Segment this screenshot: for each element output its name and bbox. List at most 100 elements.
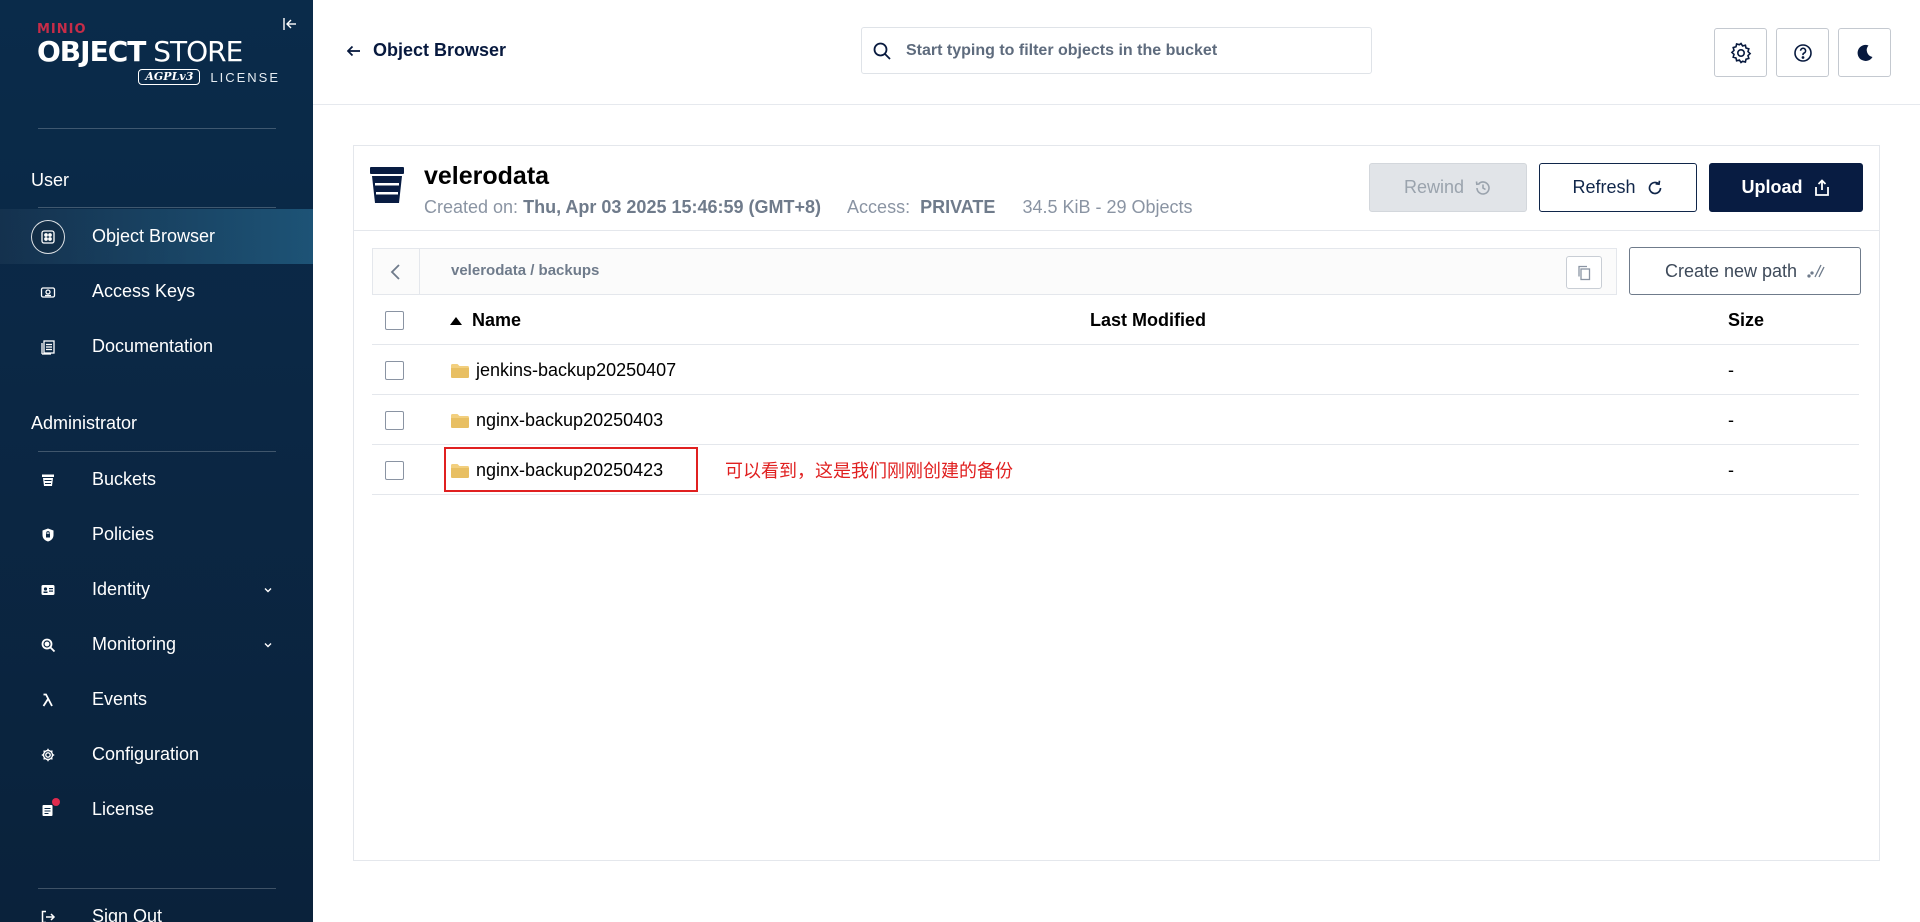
folder-icon <box>451 364 469 378</box>
object-name[interactable]: nginx-backup20250423 <box>450 460 663 481</box>
sidebar-item-configuration[interactable]: Configuration <box>0 727 313 782</box>
row-checkbox[interactable] <box>385 461 404 480</box>
annotation-text: 可以看到，这是我们刚刚创建的备份 <box>725 461 1013 481</box>
access-value: PRIVATE <box>920 197 996 217</box>
create-new-path-button[interactable]: Create new path <box>1629 247 1861 295</box>
sidebar-item-label: Events <box>92 689 148 709</box>
objects-table: Name Last Modified Size jenkins-backup20… <box>372 295 1859 495</box>
search-input[interactable] <box>906 41 1356 60</box>
bucket-icon <box>370 167 404 203</box>
object-browser-icon <box>31 219 65 254</box>
sidebar-item-access-keys[interactable]: Access Keys <box>0 264 313 319</box>
breadcrumb-back-button[interactable] <box>373 249 420 294</box>
rewind-label: Rewind <box>1403 177 1465 197</box>
sidebar-item-label: Documentation <box>92 336 214 356</box>
rewind-button[interactable]: Rewind <box>1369 163 1527 212</box>
table-row[interactable]: nginx-backup20250403 - <box>372 395 1859 445</box>
column-modified-header[interactable]: Last Modified <box>1090 310 1206 331</box>
chevron-down-icon[interactable] <box>262 584 274 596</box>
sidebar-item-label: Buckets <box>92 469 157 489</box>
back-to-object-browser-link[interactable]: Object Browser <box>347 40 506 61</box>
sidebar-item-label: Object Browser <box>92 226 216 246</box>
section-user: User <box>31 170 70 190</box>
sidebar-divider <box>38 128 276 129</box>
sidebar-item-label: License <box>92 799 155 819</box>
folder-icon <box>451 464 469 478</box>
bucket-panel: velerodata Created on: Thu, Apr 03 2025 … <box>353 145 1880 861</box>
sign-out-icon <box>31 900 65 922</box>
back-link-label: Object Browser <box>373 40 507 60</box>
created-label: Created on: <box>424 197 519 217</box>
gear-icon <box>1730 41 1751 64</box>
chevron-down-icon[interactable] <box>262 639 274 651</box>
upload-button[interactable]: Upload <box>1709 163 1863 212</box>
object-size: - <box>1728 410 1734 430</box>
identity-icon <box>31 573 65 607</box>
table-row[interactable]: jenkins-backup20250407 - <box>372 345 1859 395</box>
object-name[interactable]: nginx-backup20250403 <box>450 410 663 431</box>
object-size: - <box>1728 360 1734 380</box>
object-filter-search[interactable] <box>861 27 1372 74</box>
upload-icon <box>1814 178 1829 196</box>
sidebar-divider <box>38 207 276 208</box>
sidebar-item-label: Access Keys <box>92 281 196 301</box>
sidebar-item-object-browser[interactable]: Object Browser <box>0 209 313 264</box>
breadcrumb-path[interactable]: velerodata / backups <box>451 262 599 279</box>
collapse-sidebar-icon[interactable] <box>282 16 298 32</box>
refresh-icon <box>1648 180 1661 194</box>
help-button[interactable] <box>1776 28 1829 77</box>
moon-icon <box>1857 44 1872 61</box>
create-path-label: Create new path <box>1664 260 1798 281</box>
created-value: Thu, Apr 03 2025 15:46:59 (GMT+8) <box>523 197 822 217</box>
sidebar-item-events[interactable]: Events <box>0 672 313 727</box>
column-size-header[interactable]: Size <box>1728 310 1764 331</box>
row-checkbox[interactable] <box>385 361 404 380</box>
sidebar-item-documentation[interactable]: Documentation <box>0 319 313 374</box>
logo-product: OBJECT STORE <box>37 35 243 68</box>
topbar: Object Browser <box>313 0 1920 105</box>
agpl-badge: AGPLv3 <box>138 69 201 85</box>
settings-button[interactable] <box>1714 28 1767 77</box>
dark-mode-toggle[interactable] <box>1838 28 1891 77</box>
column-name-header[interactable]: Name <box>450 310 521 331</box>
sort-asc-icon <box>450 316 462 325</box>
search-icon <box>873 42 891 60</box>
sidebar-item-identity[interactable]: Identity <box>0 562 313 617</box>
license-icon <box>31 793 65 827</box>
refresh-button[interactable]: Refresh <box>1539 163 1697 212</box>
copy-path-button[interactable] <box>1566 256 1602 289</box>
history-icon <box>1475 180 1490 195</box>
help-icon <box>1793 43 1812 62</box>
sidebar: MINIO OBJECT STORE AGPLv3 LICENSE User O… <box>0 0 313 922</box>
sidebar-item-policies[interactable]: Policies <box>0 507 313 562</box>
sidebar-item-license[interactable]: License <box>0 782 313 837</box>
sidebar-item-buckets[interactable]: Buckets <box>0 452 313 507</box>
lambda-icon <box>31 683 65 717</box>
bucket-meta: Created on: Thu, Apr 03 2025 15:46:59 (G… <box>424 197 1193 218</box>
sidebar-item-sign-out[interactable]: Sign Out <box>0 889 313 922</box>
access-label: Access: <box>847 197 911 217</box>
object-size: - <box>1728 460 1734 480</box>
object-name[interactable]: jenkins-backup20250407 <box>450 360 676 381</box>
breadcrumb: velerodata / backups <box>372 248 1617 295</box>
sidebar-item-label: Policies <box>92 524 155 544</box>
buckets-icon <box>31 463 65 497</box>
monitoring-icon <box>31 628 65 662</box>
sidebar-item-label: Identity <box>92 579 151 599</box>
refresh-label: Refresh <box>1572 177 1636 197</box>
bucket-header: velerodata Created on: Thu, Apr 03 2025 … <box>354 146 1879 231</box>
minio-logo: MINIO OBJECT STORE AGPLv3 LICENSE <box>37 22 287 85</box>
select-all-checkbox[interactable] <box>385 311 404 330</box>
upload-label: Upload <box>1741 177 1803 197</box>
arrow-left-icon <box>347 45 360 56</box>
new-path-icon <box>1807 264 1825 278</box>
section-administrator: Administrator <box>31 413 138 433</box>
sidebar-item-monitoring[interactable]: Monitoring <box>0 617 313 672</box>
access-keys-icon <box>31 275 65 309</box>
row-checkbox[interactable] <box>385 411 404 430</box>
sidebar-item-label: Configuration <box>92 744 200 764</box>
table-row[interactable]: nginx-backup20250423 可以看到，这是我们刚刚创建的备份 - <box>372 445 1859 495</box>
gear-icon <box>31 738 65 772</box>
bucket-usage: 34.5 KiB - 29 Objects <box>1022 197 1193 217</box>
sidebar-item-label: Sign Out <box>92 906 163 922</box>
